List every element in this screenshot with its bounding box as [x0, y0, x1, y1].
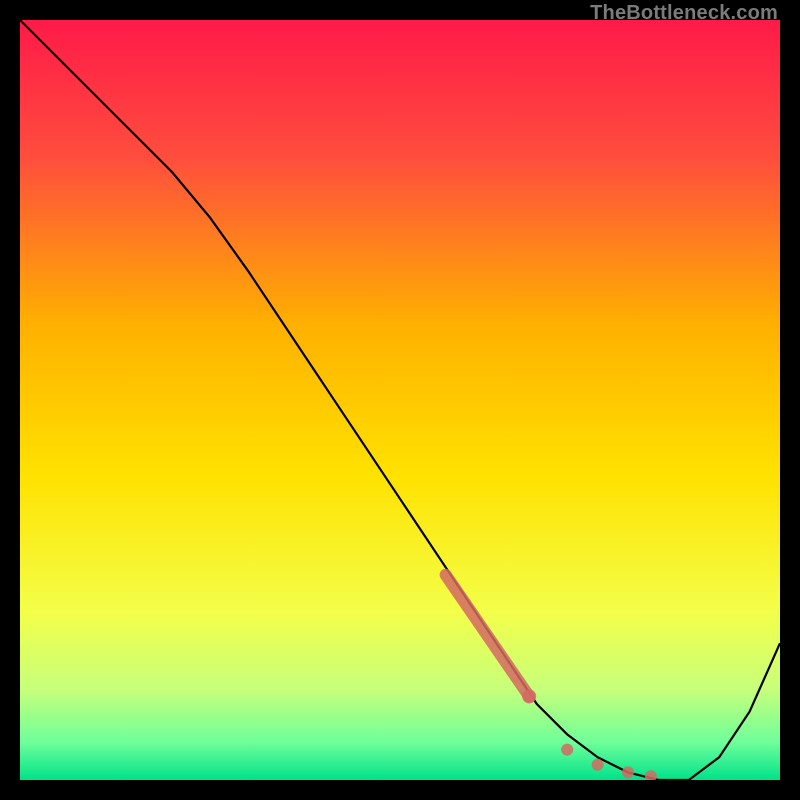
bottleneck-chart: [20, 20, 780, 780]
chart-frame: TheBottleneck.com: [0, 0, 800, 800]
